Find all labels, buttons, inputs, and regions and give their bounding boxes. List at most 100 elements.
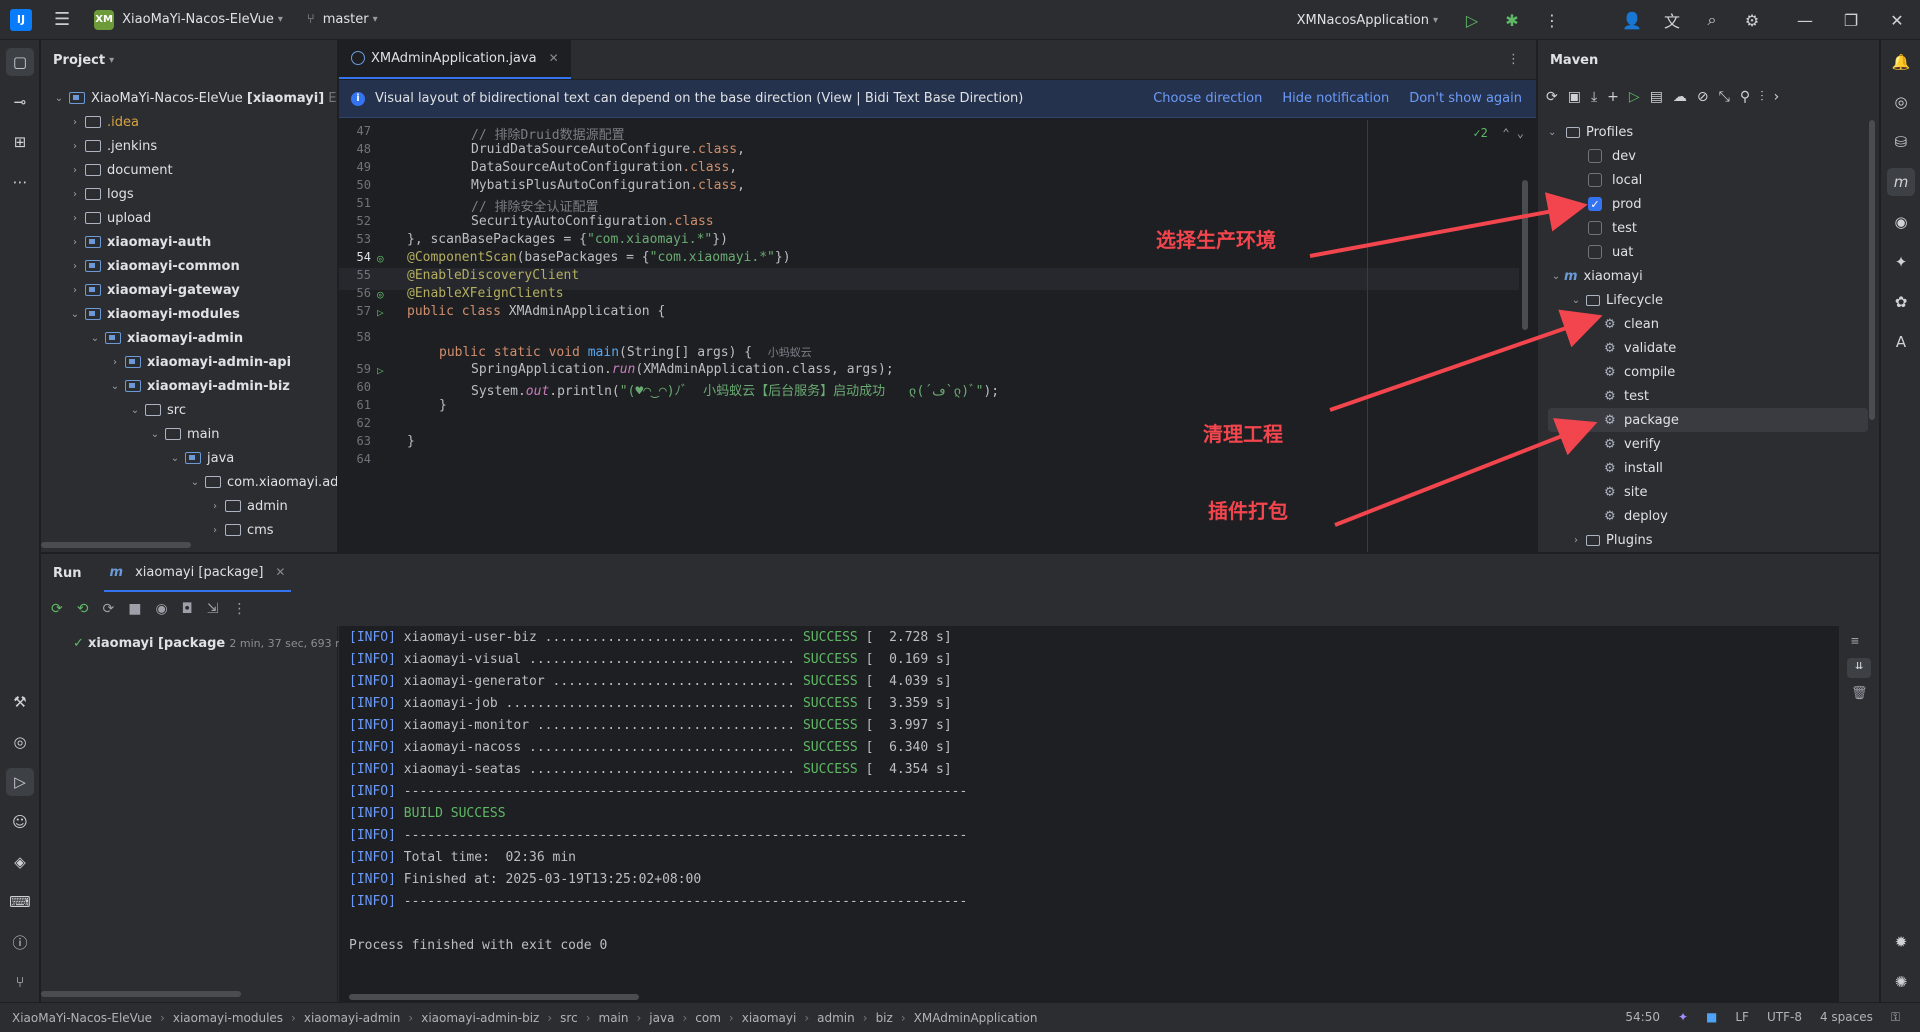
problems-icon[interactable]: ⓘ [6, 928, 34, 956]
commit-icon[interactable]: ⊸ [6, 88, 34, 116]
git-icon[interactable]: ⑂ [6, 968, 34, 996]
rerun-failed-icon[interactable]: ⟲ [77, 601, 89, 617]
camera-icon[interactable]: ◘ [182, 601, 193, 617]
tree-item-admin[interactable]: › admin [207, 494, 288, 518]
checkbox[interactable] [1588, 173, 1602, 187]
run-tab[interactable]: m xiaomayi [package] ✕ [103, 554, 292, 592]
download-icon[interactable]: ⤓ [1591, 89, 1597, 105]
folder-icon[interactable]: ▣ [1568, 89, 1581, 105]
indent-setting[interactable]: 4 spaces [1820, 1010, 1873, 1025]
branch-name[interactable]: master [323, 12, 369, 27]
maven-profiles[interactable]: ⌄ Profiles [1548, 120, 1633, 144]
tree-item-src[interactable]: ⌄ src [127, 398, 186, 422]
cursor-position[interactable]: 54:50 [1625, 1010, 1660, 1025]
checkbox[interactable] [1588, 245, 1602, 259]
tree-item-admin-biz[interactable]: ⌄ xiaomayi-admin-biz [107, 374, 290, 398]
checkbox[interactable] [1588, 149, 1602, 163]
plugin-status-icon[interactable]: ✦ [1678, 1010, 1688, 1025]
breadcrumb-item[interactable]: XiaoMaYi-Nacos-EleVue [12, 1011, 152, 1025]
tree-item-idea[interactable]: › .idea [67, 110, 139, 134]
maven-scrollbar[interactable] [1869, 120, 1875, 420]
gradle-icon[interactable]: ✦ [1887, 248, 1915, 276]
dont-show-again-link[interactable]: Don't show again [1409, 91, 1522, 106]
run-icon[interactable]: ▷ [1452, 11, 1492, 30]
editor-scrollbar[interactable] [1522, 180, 1528, 330]
terminal-icon[interactable]: ⌨ [6, 888, 34, 916]
scroll-to-end-icon[interactable]: ⇊ [1847, 658, 1871, 678]
show-deps-icon[interactable]: ⫶ [1760, 89, 1764, 105]
project-tool-icon[interactable]: ▢ [6, 48, 34, 76]
breadcrumb-item[interactable]: xiaomayi-admin-biz [421, 1011, 539, 1025]
profile-local[interactable]: local [1588, 168, 1642, 192]
trash-icon[interactable]: 🗑 [1851, 686, 1868, 701]
bean-icon[interactable]: ◎ [377, 252, 384, 265]
more-icon[interactable]: ⋮ [232, 601, 246, 617]
breadcrumb-item[interactable]: src [560, 1011, 578, 1025]
debug-icon[interactable]: ✱ [1492, 11, 1532, 30]
close-tab-icon[interactable]: ✕ [549, 51, 559, 65]
tree-item-cms[interactable]: › cms [207, 518, 274, 542]
chevron-down-icon[interactable]: ▾ [373, 14, 378, 25]
reload-icon[interactable]: ⟳ [1546, 89, 1558, 105]
file-encoding[interactable]: UTF-8 [1767, 1010, 1802, 1025]
maven-lifecycle[interactable]: ⌄ Lifecycle [1568, 288, 1663, 312]
project-panel-title[interactable]: Project ▾ [41, 40, 337, 80]
breadcrumb-item[interactable]: main [599, 1011, 629, 1025]
goal-install[interactable]: ⚙ install [1604, 456, 1663, 480]
breadcrumb-item[interactable]: xiaomayi-modules [173, 1011, 283, 1025]
add-user-icon[interactable]: 👤 [1612, 11, 1652, 30]
profile-dev[interactable]: dev [1588, 144, 1636, 168]
main-menu-icon[interactable]: ☰ [54, 9, 70, 30]
console-hscrollbar[interactable] [349, 994, 639, 1000]
tree-item-jenkins[interactable]: › .jenkins [67, 134, 157, 158]
tree-item-main[interactable]: ⌄ main [147, 422, 220, 446]
close-icon[interactable]: ✕ [1874, 11, 1920, 30]
mybatis-icon[interactable]: ✿ [1887, 288, 1915, 316]
tree-item-admin-module[interactable]: ⌄ xiaomayi-admin [87, 326, 243, 350]
close-tab-icon[interactable]: ✕ [275, 565, 285, 579]
editor-tab[interactable]: XMAdminApplication.java ✕ [339, 40, 571, 79]
eye-icon[interactable]: ◉ [155, 601, 167, 617]
project-name[interactable]: XiaoMaYi-Nacos-EleVue [122, 12, 274, 27]
project-hscrollbar[interactable] [41, 542, 191, 548]
goal-compile[interactable]: ⚙ compile [1604, 360, 1675, 384]
checkbox-checked[interactable]: ✓ [1588, 197, 1602, 211]
tree-item-gateway[interactable]: › xiaomayi-gateway [67, 278, 240, 302]
offline-icon[interactable]: ☁ [1673, 89, 1687, 105]
add-icon[interactable]: + [1607, 89, 1619, 105]
collapse-icon[interactable]: ⤡ [1719, 89, 1730, 105]
rerun-icon[interactable]: ⟳ [51, 601, 63, 617]
tree-item-auth[interactable]: › xiaomayi-auth [67, 230, 211, 254]
breadcrumb-item[interactable]: biz [876, 1011, 893, 1025]
code-area[interactable]: ✓2 ⌃ ⌄ 47 48 49 50 51 52 53 54 55 56 57 … [339, 120, 1536, 552]
breadcrumb-item[interactable]: xiaomayi-admin [304, 1011, 401, 1025]
plugins-icon[interactable]: ☺ [6, 808, 34, 836]
search-icon[interactable]: ⌕ [1692, 10, 1732, 30]
profile-uat[interactable]: uat [1588, 240, 1633, 264]
breadcrumb-item[interactable]: com [695, 1011, 721, 1025]
tree-item-logs[interactable]: › logs [67, 182, 134, 206]
inspection-widget[interactable]: ✓2 ⌃ ⌄ [1473, 126, 1524, 140]
more-icon[interactable]: ⋮ [1532, 11, 1572, 30]
goal-deploy[interactable]: ⚙ deploy [1604, 504, 1668, 528]
bean-icon[interactable]: ◎ [377, 288, 384, 301]
goal-verify[interactable]: ⚙ verify [1604, 432, 1661, 456]
maven-tool-icon[interactable]: m [1887, 168, 1915, 196]
tree-item-common[interactable]: › xiaomayi-common [67, 254, 240, 278]
restore-icon[interactable]: ❐ [1828, 11, 1874, 30]
chevron-down-icon[interactable]: ▾ [278, 14, 283, 25]
minimize-icon[interactable]: — [1782, 11, 1828, 30]
run-maven-icon[interactable]: ▷ [1629, 89, 1640, 105]
tree-item-document[interactable]: › document [67, 158, 173, 182]
services-icon[interactable]: ◎ [6, 728, 34, 756]
breadcrumb-item[interactable]: java [649, 1011, 674, 1025]
chevron-right-icon[interactable]: › [1774, 89, 1780, 105]
tree-item-package[interactable]: ⌄com.xiaomayi.admi [187, 470, 337, 494]
maven-project[interactable]: ⌄ m xiaomayi [1548, 264, 1643, 288]
run-tree-item[interactable]: ✓ xiaomayi [package 2 min, 37 sec, 693 m… [73, 636, 352, 651]
build-icon[interactable]: ⚒ [6, 688, 34, 716]
layers-icon[interactable]: ◈ [6, 848, 34, 876]
run-config-selector[interactable]: XMNacosApplication [1297, 13, 1429, 28]
stop-icon[interactable]: ■ [128, 601, 141, 617]
goal-package[interactable]: ⚙ package [1548, 408, 1868, 432]
